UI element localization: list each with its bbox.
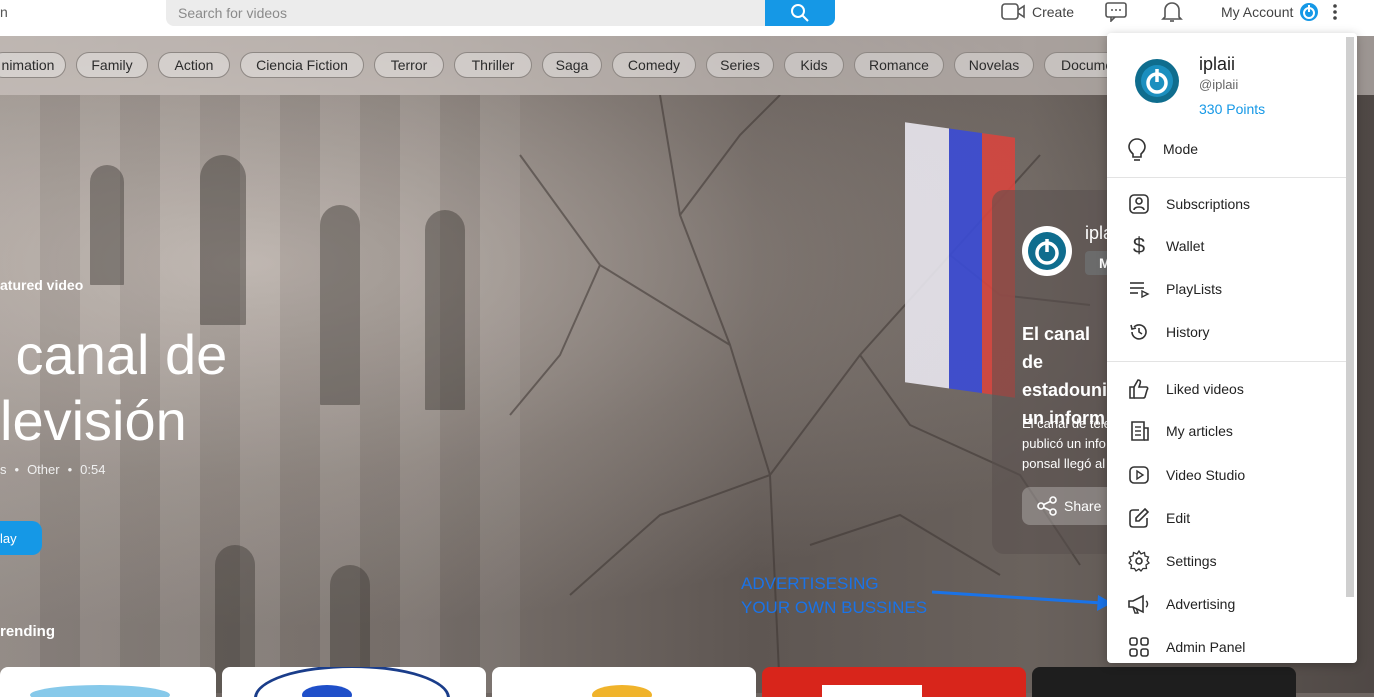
trending-heading: rending <box>0 623 55 640</box>
menu-item-liked-videos[interactable]: Liked videos <box>1107 371 1347 407</box>
create-label: Create <box>1032 4 1075 20</box>
featured-label: atured video <box>0 277 84 293</box>
menu-divider <box>1107 361 1347 362</box>
profile-points[interactable]: 330 Points <box>1199 101 1265 117</box>
play-button[interactable]: lay <box>0 521 42 555</box>
share-label: Share <box>1064 498 1102 514</box>
search-button[interactable] <box>765 0 835 26</box>
create-button[interactable]: Create <box>1000 0 1074 24</box>
search-input[interactable] <box>166 0 760 26</box>
playlist-icon <box>1127 277 1151 301</box>
featured-meta: s • Other • 0:54 <box>0 462 106 477</box>
advertising-annotation: ADVERTISESING YOUR OWN BUSSINES <box>741 574 928 617</box>
megaphone-icon <box>1127 592 1151 616</box>
video-camera-icon <box>1001 3 1025 20</box>
share-button[interactable]: Share <box>1022 487 1112 525</box>
subscriptions-icon <box>1127 192 1151 216</box>
dollar-icon: $ <box>1132 233 1146 258</box>
account-menu: iplaii @iplaii 330 Points Mode Subscript… <box>1107 33 1357 663</box>
menu-item-edit[interactable]: Edit <box>1107 500 1347 536</box>
category-chip[interactable]: Comedy <box>612 52 696 78</box>
featured-meta-category: Other <box>27 462 60 477</box>
menu-item-my-articles[interactable]: My articles <box>1107 413 1347 449</box>
menu-item-playlists[interactable]: PlayLists <box>1107 271 1347 307</box>
play-label: lay <box>0 530 17 546</box>
site-logo[interactable]: n <box>0 4 8 20</box>
menu-item-mode[interactable]: Mode <box>1107 131 1347 167</box>
category-chip[interactable]: nimation <box>0 52 66 78</box>
kebab-menu-icon <box>1333 4 1337 20</box>
category-chip[interactable]: Thriller <box>454 52 532 78</box>
menu-item-subscriptions[interactable]: Subscriptions <box>1107 186 1347 222</box>
grid-icon <box>1127 635 1151 659</box>
avatar-icon <box>1300 3 1319 21</box>
profile-username: iplaii <box>1199 54 1236 74</box>
menu-item-history[interactable]: History <box>1107 314 1347 350</box>
profile-handle: @iplaii <box>1199 77 1239 92</box>
chat-icon <box>1105 2 1127 22</box>
history-icon <box>1127 320 1151 344</box>
category-chip[interactable]: Action <box>158 52 230 78</box>
profile-avatar-icon <box>1135 59 1179 103</box>
video-card[interactable]: ipla M El canal de estadouni un inform E… <box>992 190 1112 554</box>
my-account-button[interactable]: My Account <box>1221 0 1319 24</box>
lightbulb-icon <box>1125 137 1149 161</box>
menu-item-advertising[interactable]: Advertising <box>1107 586 1347 622</box>
my-account-label: My Account <box>1221 4 1294 20</box>
messages-button[interactable] <box>1104 0 1128 24</box>
edit-icon <box>1127 506 1151 530</box>
menu-item-video-studio[interactable]: Video Studio <box>1107 457 1347 493</box>
share-icon <box>1037 496 1057 516</box>
menu-scrollbar[interactable] <box>1346 37 1354 597</box>
top-bar: n Create My Account <box>0 0 1374 36</box>
menu-item-settings[interactable]: Settings <box>1107 543 1347 579</box>
featured-meta-duration: 0:54 <box>80 462 106 477</box>
video-card-description: El canal de tele publicó un info ponsal … <box>1022 416 1111 471</box>
channel-avatar-icon <box>1022 226 1072 276</box>
thumbs-up-icon <box>1127 377 1151 401</box>
category-chip[interactable]: Ciencia Fiction <box>240 52 364 78</box>
menu-item-admin-panel[interactable]: Admin Panel <box>1107 629 1347 663</box>
notifications-button[interactable] <box>1160 0 1184 24</box>
search-box <box>166 0 766 26</box>
annotation-arrow-icon <box>931 590 1112 611</box>
category-chip[interactable]: Novelas <box>954 52 1034 78</box>
featured-meta-views: s <box>0 462 7 477</box>
video-studio-icon <box>1127 463 1151 487</box>
category-chip[interactable]: Saga <box>542 52 602 78</box>
articles-icon <box>1127 419 1151 443</box>
featured-title: canal de levisión <box>0 323 228 452</box>
category-chip[interactable]: Romance <box>854 52 944 78</box>
gear-icon <box>1127 549 1151 573</box>
menu-item-wallet[interactable]: $ Wallet <box>1107 228 1347 264</box>
search-icon <box>791 4 809 22</box>
category-chip[interactable]: Kids <box>784 52 844 78</box>
category-chip[interactable]: Series <box>706 52 774 78</box>
bell-icon <box>1161 2 1183 22</box>
menu-divider <box>1107 177 1347 178</box>
category-chip[interactable]: Terror <box>374 52 444 78</box>
more-options-button[interactable] <box>1330 0 1340 24</box>
category-chip[interactable]: Family <box>76 52 148 78</box>
